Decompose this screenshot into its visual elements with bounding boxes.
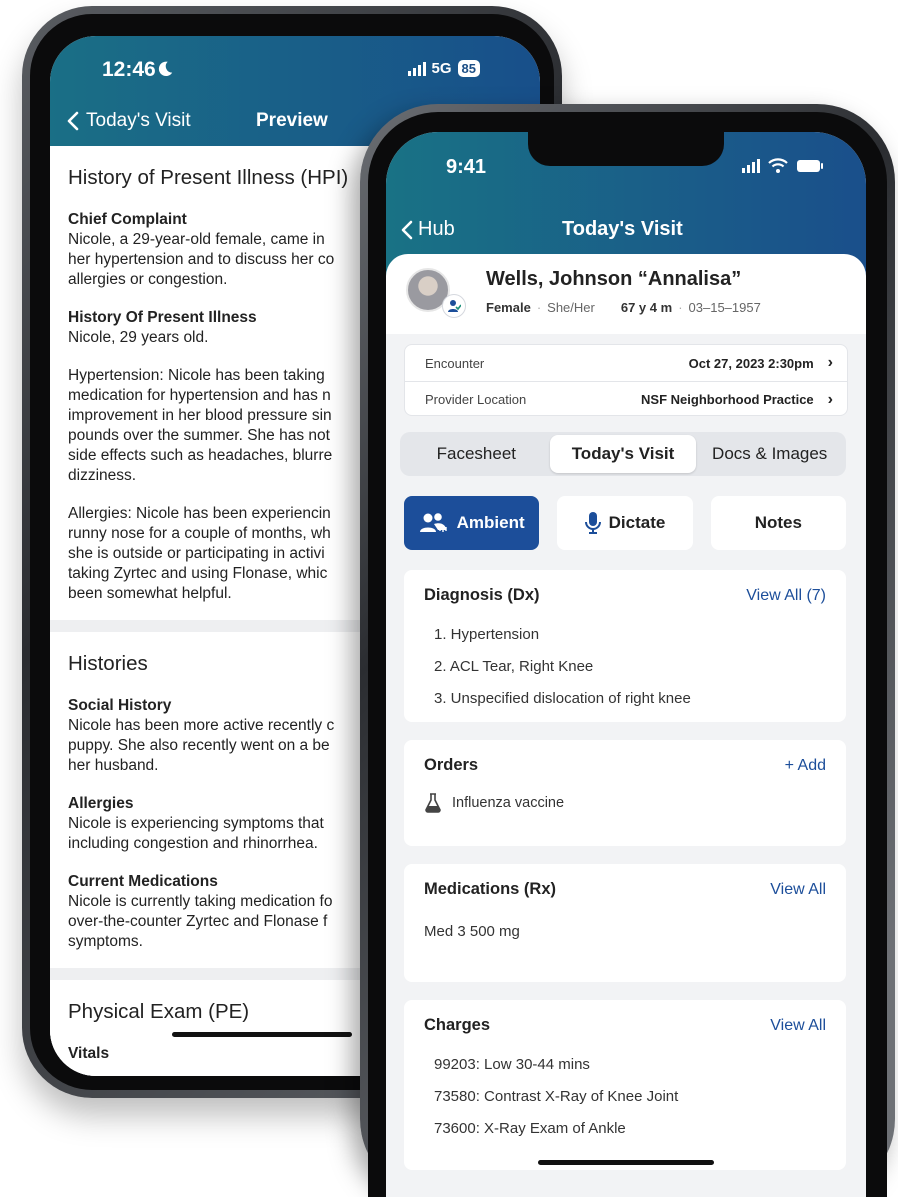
front-phone-screen: 9:41 Hub Today's Visit Wells, Johnson “A… <box>386 132 866 1197</box>
visit-tabs: Facesheet Today's Visit Docs & Images <box>400 432 846 476</box>
encounter-label: Encounter <box>425 355 485 371</box>
home-indicator <box>172 1032 352 1037</box>
patient-demographics: Female · She/Her 67 y 4 m · 03–15–1957 <box>486 300 761 315</box>
signal-icon <box>407 61 426 76</box>
home-indicator <box>538 1160 714 1165</box>
wifi-icon <box>768 158 788 173</box>
charge-item[interactable]: 99203: Low 30-44 mins <box>424 1049 826 1081</box>
patient-pronouns: She/Her <box>547 300 595 315</box>
nav-bar: Hub Today's Visit <box>386 214 866 254</box>
tab-todays-visit[interactable]: Today's Visit <box>549 435 697 473</box>
network-label: 5G <box>431 60 452 77</box>
patient-sex: Female <box>486 300 531 315</box>
chevron-left-icon <box>401 220 413 239</box>
back-button[interactable]: Today's Visit <box>66 110 191 132</box>
charge-item[interactable]: 73600: X-Ray Exam of Ankle <box>424 1113 826 1145</box>
ambient-people-icon <box>419 513 447 532</box>
chevron-right-icon: › <box>827 390 833 408</box>
dictate-label: Dictate <box>608 513 666 532</box>
moon-icon <box>158 61 173 77</box>
patient-age: 67 y 4 m <box>620 300 673 315</box>
medications-title: Medications (Rx) <box>424 880 557 898</box>
order-label: Influenza vaccine <box>452 795 565 811</box>
page-title: Today's Visit <box>562 218 683 240</box>
hub-back-button[interactable]: Hub <box>400 218 455 241</box>
encounter-row[interactable]: Encounter Oct 27, 2023 2:30pm › <box>405 345 847 381</box>
flask-icon <box>425 793 441 813</box>
avatar-badge-icon <box>442 294 466 318</box>
diagnosis-item[interactable]: 2. ACL Tear, Right Knee <box>424 651 826 683</box>
patient-banner[interactable]: Wells, Johnson “Annalisa” Female · She/H… <box>386 254 866 334</box>
page-title: Preview <box>256 110 328 131</box>
notes-label: Notes <box>754 513 802 532</box>
encounter-value: Oct 27, 2023 2:30pm <box>688 355 814 371</box>
ambient-label: Ambient <box>456 513 525 532</box>
hub-label: Hub <box>418 218 455 240</box>
status-time: 12:46 <box>102 58 156 81</box>
back-button-label: Today's Visit <box>86 110 191 131</box>
medications-card: Medications (Rx) View All Med 3 500 mg <box>404 864 846 982</box>
status-time: 9:41 <box>446 156 487 178</box>
medication-item[interactable]: Med 3 500 mg <box>424 923 826 940</box>
notes-button[interactable]: Notes <box>710 496 846 550</box>
visit-info: Encounter Oct 27, 2023 2:30pm › Provider… <box>404 344 848 416</box>
patient-name: Wells, Johnson “Annalisa” <box>486 268 742 290</box>
diagnosis-view-all-link[interactable]: View All (7) <box>746 587 826 605</box>
order-item[interactable]: Influenza vaccine <box>424 793 826 813</box>
tab-facesheet[interactable]: Facesheet <box>403 435 550 473</box>
charges-title: Charges <box>424 1016 491 1034</box>
chevron-right-icon: › <box>827 354 833 371</box>
provider-location-row[interactable]: Provider Location NSF Neighborhood Pract… <box>405 381 847 417</box>
diagnosis-item[interactable]: 3. Unspecified dislocation of right knee <box>424 683 826 715</box>
chevron-left-icon <box>67 111 79 131</box>
charge-item[interactable]: 73580: Contrast X-Ray of Knee Joint <box>424 1081 826 1113</box>
add-order-button[interactable]: + Add <box>785 757 826 775</box>
charges-view-all-link[interactable]: View All <box>770 1017 826 1035</box>
diagnosis-title: Diagnosis (Dx) <box>424 586 540 604</box>
diagnosis-item[interactable]: 1. Hypertension <box>424 619 826 651</box>
ambient-button[interactable]: Ambient <box>404 496 540 550</box>
front-phone-frame: 9:41 Hub Today's Visit Wells, Johnson “A… <box>360 104 895 1197</box>
medications-view-all-link[interactable]: View All <box>770 881 826 899</box>
orders-title: Orders <box>424 756 479 774</box>
provider-location-value: NSF Neighborhood Practice <box>641 392 814 407</box>
diagnosis-card: Diagnosis (Dx) View All (7) 1. Hypertens… <box>404 570 846 722</box>
status-indicators <box>742 158 824 174</box>
tab-docs-images[interactable]: Docs & Images <box>696 435 843 473</box>
battery-icon: 85 <box>457 60 480 77</box>
signal-icon <box>742 159 760 173</box>
charges-card: Charges View All 99203: Low 30-44 mins 7… <box>404 1000 846 1170</box>
status-indicators: 5G 85 <box>407 60 480 77</box>
notch <box>528 132 724 166</box>
microphone-icon <box>584 512 601 534</box>
provider-location-label: Provider Location <box>425 392 527 407</box>
capture-modes: Ambient Dictate Notes <box>404 496 846 550</box>
battery-icon <box>797 160 823 172</box>
dictate-button[interactable]: Dictate <box>557 496 693 550</box>
patient-dob: 03–15–1957 <box>688 300 761 315</box>
orders-card: Orders + Add Influenza vaccine <box>404 740 846 846</box>
